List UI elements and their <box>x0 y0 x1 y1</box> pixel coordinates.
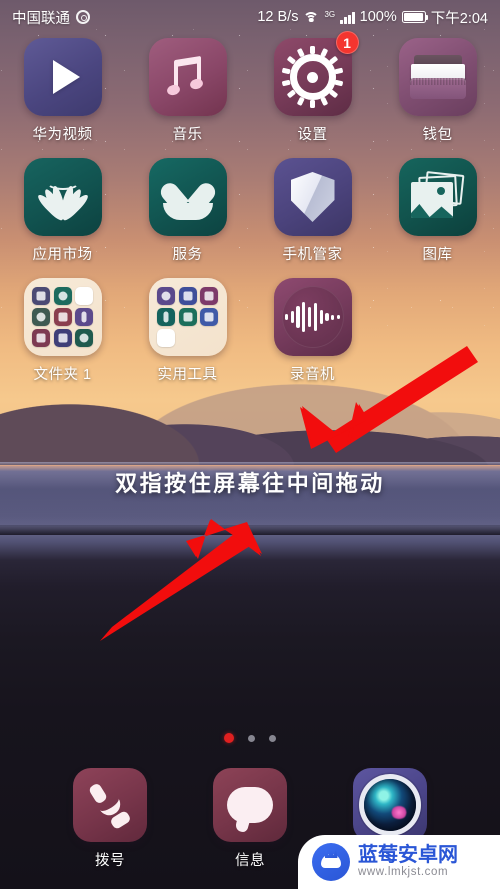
camera-lens-glyph <box>364 779 416 831</box>
phone-icon[interactable] <box>73 768 147 842</box>
app-services[interactable]: 服务 <box>125 158 250 264</box>
app-label: 应用市场 <box>32 247 93 263</box>
dock-app-dialer[interactable]: 拨号 <box>73 768 147 870</box>
folder-mini-icon <box>32 286 51 305</box>
folder-mini-icon <box>199 286 218 305</box>
photo-stack-icon[interactable] <box>398 158 477 236</box>
app-label: 服务 <box>172 247 203 263</box>
app-label: 音乐 <box>172 127 203 143</box>
heart-in-hand-glyph <box>161 173 215 221</box>
heart-in-hand-icon[interactable] <box>148 158 227 236</box>
folder-mini-icon <box>74 308 93 326</box>
folder-icon[interactable] <box>23 278 102 356</box>
folder-mini-icons <box>156 285 220 349</box>
speech-bubble-glyph <box>227 787 273 823</box>
huawei-flower-glyph <box>34 175 91 223</box>
app-label: 钱包 <box>422 127 453 143</box>
app-utility-tools[interactable]: 实用工具 <box>125 278 250 384</box>
folder-mini-icon <box>53 329 72 348</box>
shield-icon[interactable] <box>273 158 352 236</box>
app-label: 录音机 <box>290 367 335 383</box>
app-label: 实用工具 <box>157 367 218 383</box>
dock-app-label: 信息 <box>235 853 265 869</box>
site-watermark: 蓝莓安卓网 www.lmkjst.com <box>298 835 500 889</box>
folder-mini-icon <box>74 286 93 305</box>
speech-bubble-icon[interactable] <box>213 768 287 842</box>
status-bar: 中国联通 12 B/s 3G 100% 下午2:04 <box>0 0 500 34</box>
folder-mini-icon <box>74 329 93 348</box>
wallpaper-dark-split <box>0 525 500 535</box>
battery-full-icon <box>401 11 429 23</box>
wallet-glyph <box>409 55 466 99</box>
wallet-icon[interactable] <box>398 38 477 116</box>
app-app-market[interactable]: 应用市场 <box>0 158 125 264</box>
app-label: 文件夹 1 <box>33 367 92 383</box>
music-note-glyph <box>165 55 208 98</box>
watermark-title: 蓝莓安卓网 <box>358 844 458 867</box>
android-robot-icon <box>312 843 350 881</box>
app-folder-1[interactable]: 文件夹 1 <box>0 278 125 384</box>
app-grid: 华为视频 音乐 1 设置 钱包 应用市场 服务 手机管家 图库 文件夹 1 实用… <box>0 31 500 384</box>
instruction-banner: 双指按住屏幕往中间拖动 <box>115 471 385 496</box>
folder-mini-icon <box>53 286 72 305</box>
phone-screen: 中国联通 12 B/s 3G 100% 下午2:04 华为视频 音乐 1 设置 … <box>0 0 500 889</box>
waveform-glyph <box>281 286 344 348</box>
status-badge: 1 <box>335 31 359 54</box>
phone-handset-glyph <box>88 783 132 827</box>
app-settings[interactable]: 1 设置 <box>250 31 375 144</box>
camera-icon[interactable] <box>353 768 427 842</box>
folder-mini-icon <box>178 308 197 326</box>
app-wallet[interactable]: 钱包 <box>375 38 500 144</box>
mobile-network-label: 3G <box>324 9 336 19</box>
folder-mini-icon <box>157 329 176 348</box>
carrier-label: 中国联通 <box>12 10 70 27</box>
video-play-icon[interactable] <box>23 38 102 116</box>
waveform-icon[interactable] <box>273 278 352 356</box>
app-label: 手机管家 <box>282 247 343 263</box>
watermark-text: 蓝莓安卓网 www.lmkjst.com <box>358 844 458 879</box>
page-dot[interactable] <box>224 733 234 743</box>
signal-bars-icon <box>340 11 355 24</box>
battery-percent-label: 100% <box>359 9 397 25</box>
folder-mini-icon <box>32 329 51 348</box>
app-phone-manager[interactable]: 手机管家 <box>250 158 375 264</box>
photo-stack-glyph <box>410 171 465 221</box>
status-bar-right: 12 B/s 3G 100% 下午2:04 <box>257 7 488 28</box>
gear-glyph <box>281 46 344 108</box>
watermark-url: www.lmkjst.com <box>358 866 449 879</box>
network-speed-label: 12 B/s <box>257 9 299 25</box>
dock-app-messages[interactable]: 信息 <box>213 768 287 870</box>
page-dot[interactable] <box>269 734 276 742</box>
app-gallery[interactable]: 图库 <box>375 158 500 264</box>
music-note-icon[interactable] <box>148 38 227 116</box>
clock-label: 下午2:04 <box>430 10 488 27</box>
app-label: 图库 <box>422 247 453 263</box>
app-huawei-video[interactable]: 华为视频 <box>0 38 125 144</box>
folder-icon[interactable] <box>148 278 227 356</box>
folder-mini-icon <box>178 286 197 305</box>
dock-app-label: 拨号 <box>95 853 125 869</box>
app-music[interactable]: 音乐 <box>125 38 250 144</box>
app-recorder[interactable]: 录音机 <box>250 278 375 384</box>
folder-mini-icon <box>157 286 176 305</box>
play-triangle-glyph <box>53 60 80 94</box>
folder-mini-icon <box>53 308 72 326</box>
huawei-flower-icon[interactable] <box>23 158 102 236</box>
wifi-icon <box>303 11 320 24</box>
page-dot[interactable] <box>248 734 255 742</box>
status-bar-left: 中国联通 <box>12 7 90 28</box>
folder-mini-icon <box>157 308 176 326</box>
app-label: 设置 <box>297 127 328 143</box>
folder-mini-icon <box>32 308 51 326</box>
wallpaper-near-mountains <box>0 370 500 465</box>
gear-icon <box>76 10 90 24</box>
gear-icon[interactable]: 1 <box>273 31 359 116</box>
folder-mini-icon <box>199 308 218 326</box>
page-indicator[interactable] <box>0 733 500 743</box>
shield-glyph <box>290 172 335 222</box>
app-label: 华为视频 <box>32 127 93 143</box>
app-grid-empty-slot <box>375 278 500 384</box>
folder-mini-icons <box>31 285 95 349</box>
